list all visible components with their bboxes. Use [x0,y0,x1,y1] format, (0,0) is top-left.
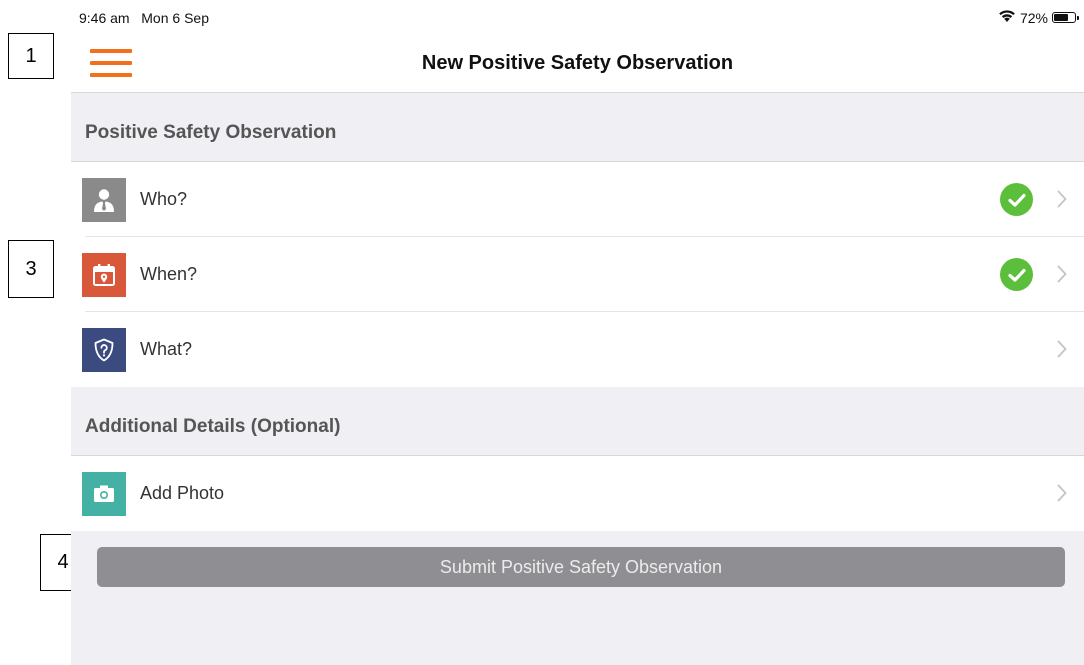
callout-1: 1 [8,33,54,79]
chevron-right-icon [1057,340,1067,363]
calendar-icon [82,252,126,297]
row-who[interactable]: Who? [71,162,1084,237]
status-date: Mon 6 Sep [141,10,209,26]
shield-question-icon [82,327,126,372]
callout-3: 3 [8,240,54,298]
chevron-right-icon [1057,484,1067,507]
row-label-add-photo: Add Photo [140,483,225,503]
page-title: New Positive Safety Observation [421,52,734,74]
row-label-who: Who? [140,189,188,209]
submit-button[interactable]: Submit Positive Safety Observation [97,547,1065,587]
chevron-right-icon [1057,265,1067,288]
camera-icon [82,471,126,516]
row-label-when: When? [140,264,198,284]
checkmark-icon [1000,183,1033,216]
person-icon [82,177,126,222]
submit-area: Submit Positive Safety Observation [71,531,1084,651]
status-right: 72% [998,9,1079,26]
app-screen: 9:46 am Mon 6 Sep 72% New Positive Safet… [71,0,1084,665]
wifi-icon [998,9,1016,26]
battery-percent: 72% [1019,9,1048,26]
content-area: Positive Safety Observation Who? When? W… [71,93,1084,665]
checkmark-icon [1000,258,1033,291]
chevron-right-icon [1057,190,1067,213]
battery-icon [1052,12,1079,23]
status-time: 9:46 am [79,10,130,26]
status-time-date: 9:46 am Mon 6 Sep [79,10,209,26]
status-bar: 9:46 am Mon 6 Sep 72% [71,0,1084,32]
row-what[interactable]: What? [71,312,1084,387]
row-when[interactable]: When? [71,237,1084,312]
navigation-bar: New Positive Safety Observation [71,32,1084,93]
battery-fill [1054,14,1069,21]
section-header-observation: Positive Safety Observation [71,93,1084,162]
row-label-what: What? [140,339,193,359]
section-header-additional: Additional Details (Optional) [71,387,1084,456]
row-add-photo[interactable]: Add Photo [71,456,1084,531]
